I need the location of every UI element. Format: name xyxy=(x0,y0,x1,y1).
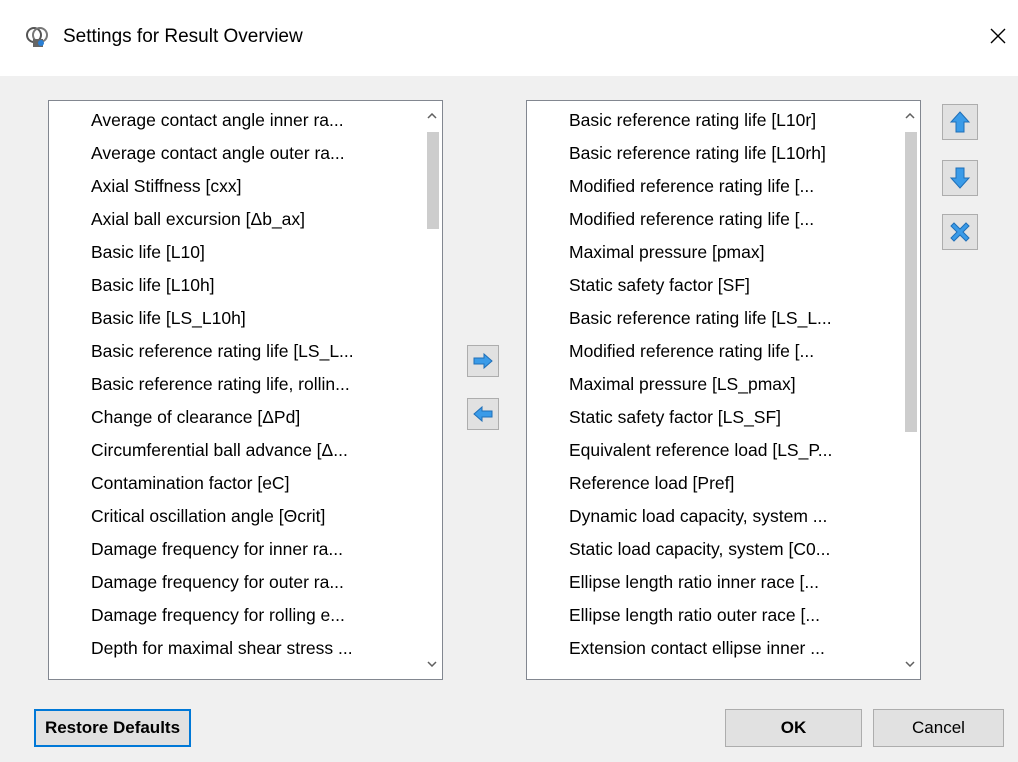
delete-x-icon xyxy=(950,222,970,242)
list-item[interactable]: Modified reference rating life [... xyxy=(569,335,814,367)
chevron-down-icon xyxy=(905,661,915,667)
arrow-down-icon xyxy=(949,167,971,189)
close-button[interactable] xyxy=(980,18,1016,54)
scroll-down-button[interactable] xyxy=(422,649,442,679)
scroll-thumb[interactable] xyxy=(905,132,917,432)
list-item[interactable]: Damage frequency for outer ra... xyxy=(91,566,344,598)
list-item[interactable]: Average contact angle outer ra... xyxy=(91,137,345,169)
scroll-up-button[interactable] xyxy=(900,101,920,131)
list-item[interactable]: Modified reference rating life [... xyxy=(569,203,814,235)
chevron-up-icon xyxy=(427,113,437,119)
list-item[interactable]: Basic reference rating life [L10r] xyxy=(569,104,816,136)
available-list-scrollbar[interactable] xyxy=(422,101,442,679)
list-item[interactable]: Damage frequency for rolling e... xyxy=(91,599,345,631)
list-item[interactable]: Depth for maximal shear stress ... xyxy=(91,632,353,664)
list-item[interactable]: Basic life [LS_L10h] xyxy=(91,302,246,334)
list-item[interactable]: Ellipse length ratio inner race [... xyxy=(569,566,819,598)
available-columns-list[interactable]: Average contact angle inner ra... Averag… xyxy=(48,100,443,680)
delete-column-button[interactable] xyxy=(942,214,978,250)
list-item[interactable]: Static safety factor [SF] xyxy=(569,269,750,301)
scroll-thumb[interactable] xyxy=(427,132,439,229)
list-item[interactable]: Average contact angle inner ra... xyxy=(91,104,344,136)
list-item[interactable]: Modified reference rating life [... xyxy=(569,170,814,202)
move-down-button[interactable] xyxy=(942,160,978,196)
arrow-up-icon xyxy=(949,111,971,133)
list-item[interactable]: Reference load [Pref] xyxy=(569,467,734,499)
scroll-down-button[interactable] xyxy=(900,649,920,679)
chevron-down-icon xyxy=(427,661,437,667)
list-item[interactable]: Basic reference rating life [LS_L... xyxy=(569,302,832,334)
list-item[interactable]: Dynamic load capacity, system ... xyxy=(569,500,827,532)
list-item[interactable]: Maximal pressure [LS_pmax] xyxy=(569,368,796,400)
list-item[interactable]: Basic reference rating life, rollin... xyxy=(91,368,350,400)
list-item[interactable]: Axial Stiffness [cxx] xyxy=(91,170,241,202)
arrow-left-icon xyxy=(473,405,493,423)
list-item[interactable]: Extension contact ellipse inner ... xyxy=(569,632,825,664)
title-bar: Settings for Result Overview xyxy=(0,0,1018,76)
ok-button[interactable]: OK xyxy=(725,709,862,747)
list-item[interactable]: Circumferential ball advance [Δ... xyxy=(91,434,348,466)
list-item[interactable]: Damage frequency for inner ra... xyxy=(91,533,343,565)
remove-column-button[interactable] xyxy=(467,398,499,430)
list-item[interactable]: Static safety factor [LS_SF] xyxy=(569,401,781,433)
list-item[interactable]: Basic reference rating life [LS_L... xyxy=(91,335,354,367)
list-item[interactable]: Ellipse length ratio outer race [... xyxy=(569,599,820,631)
list-item[interactable]: Basic life [L10] xyxy=(91,236,205,268)
selected-list-scrollbar[interactable] xyxy=(900,101,920,679)
list-item[interactable]: Change of clearance [ΔPd] xyxy=(91,401,300,433)
chevron-up-icon xyxy=(905,113,915,119)
selected-columns-list[interactable]: Basic reference rating life [L10r] Basic… xyxy=(526,100,921,680)
list-item[interactable]: Static load capacity, system [C0... xyxy=(569,533,830,565)
list-item[interactable]: Contamination factor [eC] xyxy=(91,467,289,499)
add-column-button[interactable] xyxy=(467,345,499,377)
list-item[interactable]: Axial ball excursion [Δb_ax] xyxy=(91,203,305,235)
list-item[interactable]: Basic reference rating life [L10rh] xyxy=(569,137,826,169)
list-item[interactable]: Basic life [L10h] xyxy=(91,269,215,301)
list-item[interactable]: Equivalent reference load [LS_P... xyxy=(569,434,832,466)
window-title: Settings for Result Overview xyxy=(63,26,303,47)
restore-defaults-button[interactable]: Restore Defaults xyxy=(34,709,191,747)
close-icon xyxy=(990,28,1006,44)
arrow-right-icon xyxy=(473,352,493,370)
move-up-button[interactable] xyxy=(942,104,978,140)
list-item[interactable]: Critical oscillation angle [Θcrit] xyxy=(91,500,325,532)
bearing-app-icon xyxy=(26,27,48,47)
scroll-up-button[interactable] xyxy=(422,101,442,131)
cancel-button[interactable]: Cancel xyxy=(873,709,1004,747)
list-item[interactable]: Maximal pressure [pmax] xyxy=(569,236,764,268)
